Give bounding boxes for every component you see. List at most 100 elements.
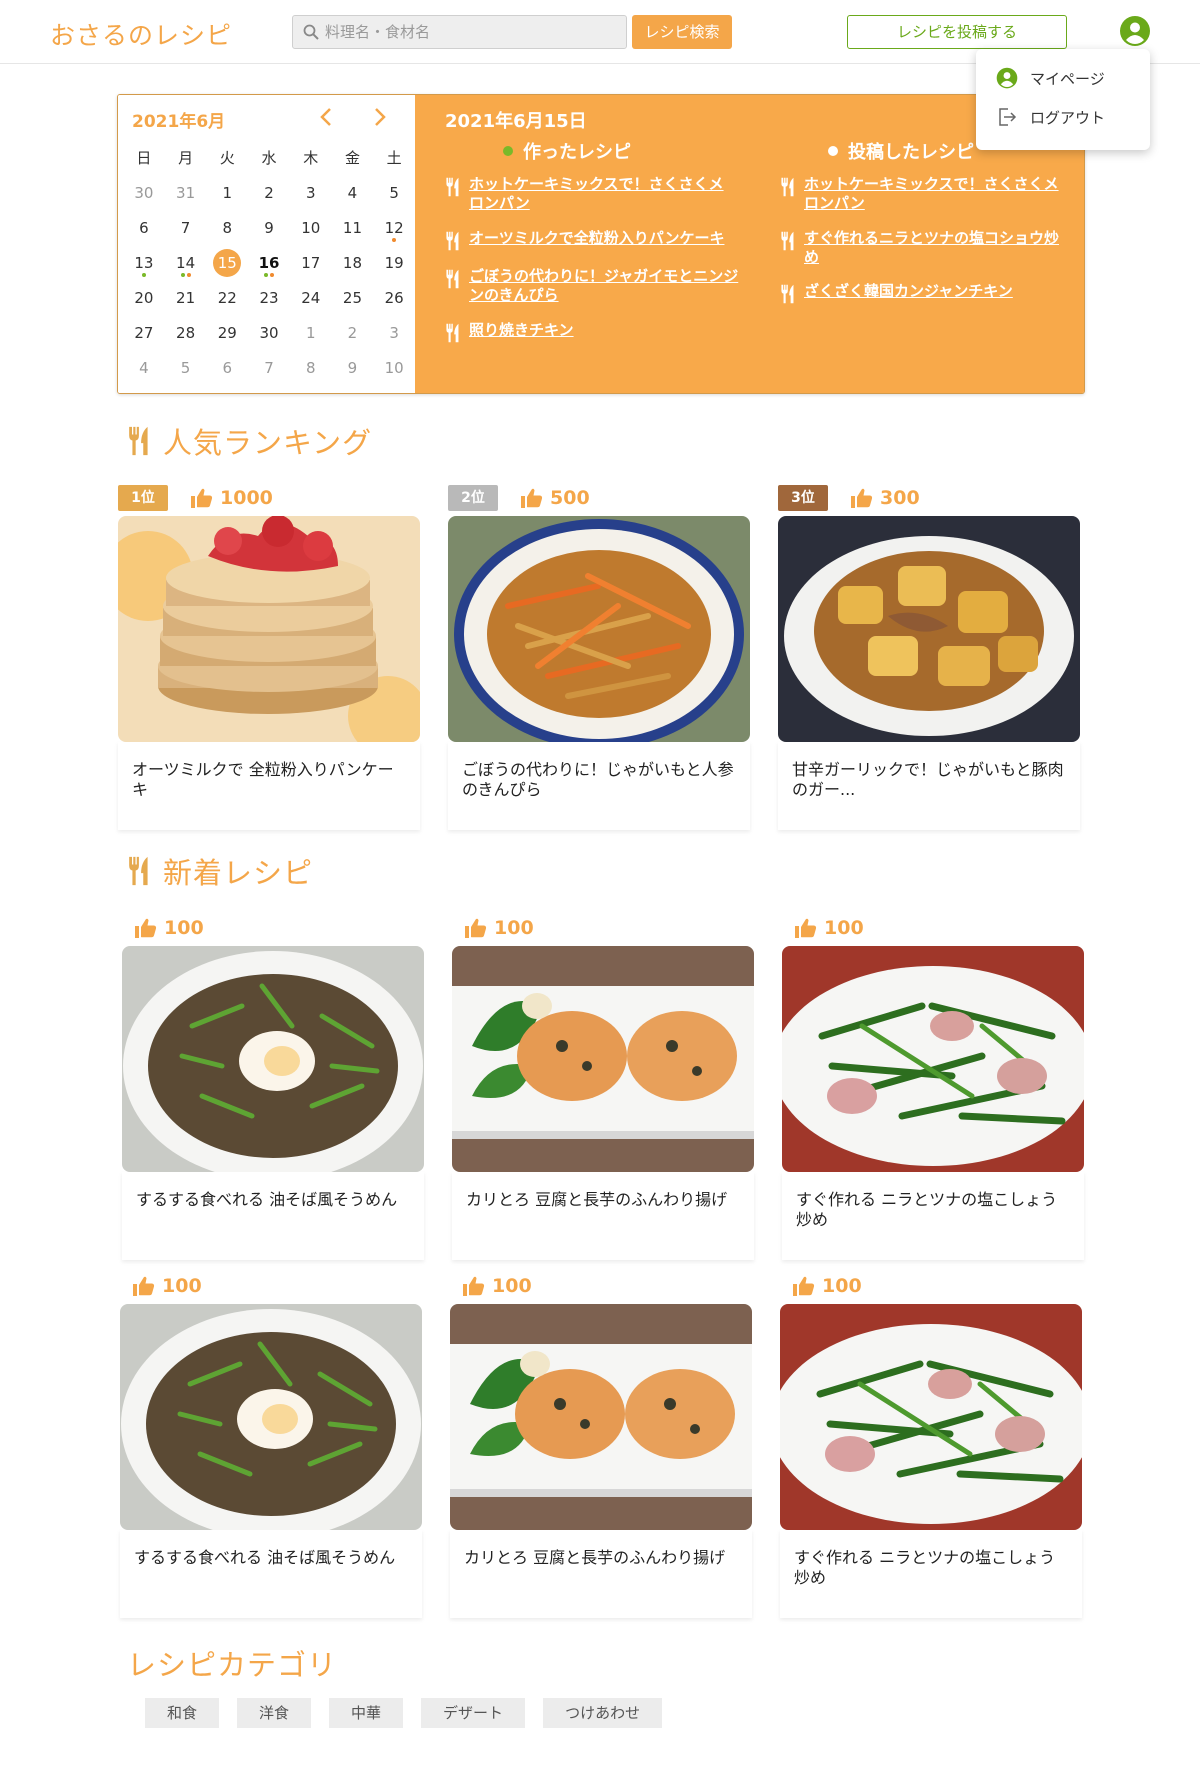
- like-count[interactable]: 500: [520, 486, 590, 510]
- calendar-day[interactable]: 23: [248, 287, 290, 322]
- recipe-photo-somen[interactable]: [122, 946, 424, 1172]
- calendar-day[interactable]: 31: [165, 182, 207, 217]
- recipe-name[interactable]: カリとろ 豆腐と長芋のふんわり揚げ: [452, 1172, 754, 1260]
- calendar-day[interactable]: 8: [290, 357, 332, 392]
- recipe-card[interactable]: 100 すぐ作れる ニラとツナの塩こしょう炒め: [782, 910, 1084, 1260]
- site-logo[interactable]: おさるのレシピ: [50, 16, 232, 52]
- calendar-day-selected[interactable]: 15: [206, 249, 248, 287]
- recipe-name[interactable]: ごぼうの代わりに！じゃがいもと人参のきんぴら: [448, 742, 750, 830]
- calendar-day[interactable]: 20: [123, 287, 165, 322]
- calendar-day[interactable]: 3: [290, 182, 332, 217]
- calendar-day[interactable]: 30: [123, 182, 165, 217]
- made-recipe-link[interactable]: ごぼうの代わりに！ジャガイモとニンジンのきんぴら: [445, 267, 747, 305]
- like-count[interactable]: 300: [850, 486, 920, 510]
- calendar-day[interactable]: 1: [206, 182, 248, 217]
- menu-item-logout[interactable]: ログアウト: [996, 105, 1105, 129]
- ranking-card[interactable]: 1位 1000 オーツミルクで 全粒粉入りパンケーキ: [118, 480, 420, 830]
- chevron-left-icon[interactable]: [315, 105, 339, 129]
- menu-item-mypage[interactable]: マイページ: [996, 66, 1105, 90]
- calendar-day[interactable]: 7: [165, 217, 207, 252]
- calendar-day[interactable]: 16: [248, 252, 290, 287]
- recipe-photo-pancake[interactable]: [118, 516, 420, 742]
- category-chip[interactable]: つけあわせ: [543, 1698, 663, 1728]
- calendar-day[interactable]: 19: [373, 252, 415, 287]
- calendar-day[interactable]: 2: [248, 182, 290, 217]
- calendar-day[interactable]: 5: [373, 182, 415, 217]
- calendar-day[interactable]: 24: [290, 287, 332, 322]
- calendar-day[interactable]: 10: [373, 357, 415, 392]
- category-chip[interactable]: 洋食: [237, 1698, 312, 1728]
- calendar-day[interactable]: 4: [123, 357, 165, 392]
- chevron-right-icon[interactable]: [367, 105, 391, 129]
- recipe-name[interactable]: するする食べれる 油そば風そうめん: [122, 1172, 424, 1260]
- recipe-name[interactable]: するする食べれる 油そば風そうめん: [120, 1530, 422, 1618]
- category-chip[interactable]: 和食: [145, 1698, 220, 1728]
- calendar-day[interactable]: 12: [373, 217, 415, 252]
- recipe-card[interactable]: 100 するする食べれる 油そば風そうめん: [120, 1268, 422, 1618]
- calendar-day[interactable]: 27: [123, 322, 165, 357]
- calendar-day[interactable]: 4: [332, 182, 374, 217]
- calendar-day[interactable]: 5: [165, 357, 207, 392]
- made-recipe-link[interactable]: ホットケーキミックスで！さくさくメロンパン: [445, 175, 735, 213]
- recipe-card[interactable]: 100 すぐ作れる ニラとツナの塩こしょう炒め: [780, 1268, 1082, 1618]
- like-count[interactable]: 1000: [190, 486, 273, 510]
- calendar-day[interactable]: 8: [206, 217, 248, 252]
- search-button[interactable]: レシピ検索: [632, 15, 732, 49]
- recipe-name[interactable]: すぐ作れる ニラとツナの塩こしょう炒め: [782, 1172, 1084, 1260]
- like-count[interactable]: 100: [134, 916, 204, 940]
- calendar-day[interactable]: 26: [373, 287, 415, 322]
- calendar-day[interactable]: 17: [290, 252, 332, 287]
- calendar-day[interactable]: 10: [290, 217, 332, 252]
- like-count[interactable]: 100: [792, 1274, 862, 1298]
- calendar-day[interactable]: 11: [332, 217, 374, 252]
- calendar-day[interactable]: 21: [165, 287, 207, 322]
- recipe-name[interactable]: オーツミルクで 全粒粉入りパンケーキ: [118, 742, 420, 830]
- search-input[interactable]: [325, 16, 620, 48]
- posted-recipe-link[interactable]: ホットケーキミックスで！さくさくメロンパン: [780, 175, 1070, 213]
- like-count[interactable]: 100: [464, 916, 534, 940]
- calendar-day[interactable]: 7: [248, 357, 290, 392]
- recipe-name[interactable]: カリとろ 豆腐と長芋のふんわり揚げ: [450, 1530, 752, 1618]
- recipe-card[interactable]: 100 カリとろ 豆腐と長芋のふんわり揚げ: [450, 1268, 752, 1618]
- calendar-day[interactable]: 30: [248, 322, 290, 357]
- calendar-day[interactable]: 6: [206, 357, 248, 392]
- posted-recipe-link[interactable]: ざくざく韓国カンジャンチキン: [780, 282, 1070, 304]
- category-chip[interactable]: 中華: [329, 1698, 404, 1728]
- post-recipe-button[interactable]: レシピを投稿する: [847, 15, 1067, 49]
- recipe-card[interactable]: 100 カリとろ 豆腐と長芋のふんわり揚げ: [452, 910, 754, 1260]
- recipe-name[interactable]: 甘辛ガーリックで！じゃがいもと豚肉のガー...: [778, 742, 1080, 830]
- calendar-day[interactable]: 29: [206, 322, 248, 357]
- made-recipe-link[interactable]: 照り焼きチキン: [445, 321, 735, 343]
- posted-recipe-link[interactable]: すぐ作れるニラとツナの塩コショウ炒め: [780, 229, 1070, 267]
- recipe-photo-nira-tuna[interactable]: [782, 946, 1084, 1172]
- recipe-photo-nira-tuna[interactable]: [780, 1304, 1082, 1530]
- recipe-photo-tofu-fritter[interactable]: [452, 946, 754, 1172]
- made-recipe-link[interactable]: オーツミルクで全粒粉入りパンケーキ: [445, 229, 755, 251]
- calendar-day[interactable]: 1: [290, 322, 332, 357]
- ranking-card[interactable]: 3位 300 甘辛ガーリックで！じゃがいもと豚肉のガー...: [778, 480, 1080, 830]
- calendar-day[interactable]: 2: [332, 322, 374, 357]
- user-circle-icon[interactable]: [1119, 15, 1151, 47]
- calendar-day[interactable]: 28: [165, 322, 207, 357]
- ranking-card[interactable]: 2位 500 ごぼうの代わりに！じゃがいもと人参のきんぴら: [448, 480, 750, 830]
- recipe-card[interactable]: 100 するする食べれる 油そば風そうめん: [122, 910, 424, 1260]
- recipe-photo-somen[interactable]: [120, 1304, 422, 1530]
- like-count[interactable]: 100: [794, 916, 864, 940]
- like-count[interactable]: 100: [132, 1274, 202, 1298]
- search-box[interactable]: [292, 15, 627, 49]
- calendar-day[interactable]: 25: [332, 287, 374, 322]
- like-count[interactable]: 100: [462, 1274, 532, 1298]
- calendar-day[interactable]: 18: [332, 252, 374, 287]
- calendar-day[interactable]: 9: [332, 357, 374, 392]
- calendar-day[interactable]: 3: [373, 322, 415, 357]
- recipe-name[interactable]: すぐ作れる ニラとツナの塩こしょう炒め: [780, 1530, 1082, 1618]
- calendar-day[interactable]: 14: [165, 252, 207, 287]
- category-chip[interactable]: デザート: [421, 1698, 526, 1728]
- calendar-day[interactable]: 6: [123, 217, 165, 252]
- calendar-day[interactable]: 9: [248, 217, 290, 252]
- calendar-day[interactable]: 13: [123, 252, 165, 287]
- recipe-photo-tofu-fritter[interactable]: [450, 1304, 752, 1530]
- recipe-photo-kinpira[interactable]: [448, 516, 750, 742]
- recipe-photo-potato-pork[interactable]: [778, 516, 1080, 742]
- calendar-day[interactable]: 22: [206, 287, 248, 322]
